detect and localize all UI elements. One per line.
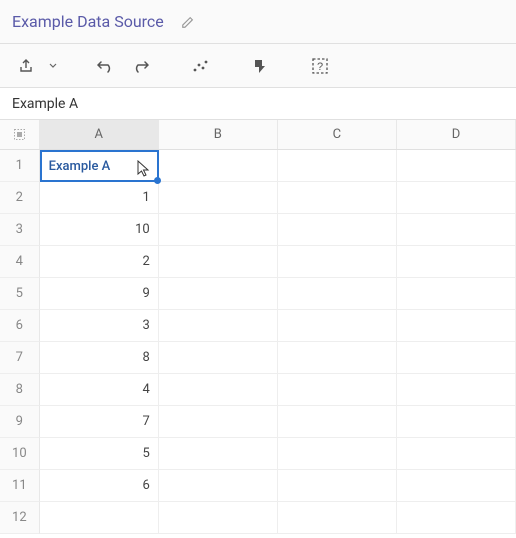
undo-icon[interactable] [92, 52, 120, 80]
table-row: 3 10 [0, 214, 516, 246]
cell[interactable] [397, 406, 516, 438]
cell[interactable]: 2 [40, 246, 159, 278]
cell[interactable] [159, 502, 278, 534]
column-header-b[interactable]: B [159, 120, 278, 149]
cell[interactable] [278, 342, 397, 374]
cell-a1[interactable]: Example A [40, 150, 159, 182]
column-header-d[interactable]: D [397, 120, 516, 149]
table-row: 8 4 [0, 374, 516, 406]
row-header[interactable]: 11 [0, 470, 40, 502]
row-header[interactable]: 9 [0, 406, 40, 438]
table-row: 11 6 [0, 470, 516, 502]
cell[interactable] [159, 374, 278, 406]
cell[interactable]: 7 [40, 406, 159, 438]
cell[interactable] [40, 502, 159, 534]
cell[interactable] [278, 182, 397, 214]
column-header-a[interactable]: A [40, 120, 159, 149]
table-row: 5 9 [0, 278, 516, 310]
select-all-icon[interactable] [0, 120, 40, 149]
row-header[interactable]: 10 [0, 438, 40, 470]
cell[interactable] [397, 182, 516, 214]
cell[interactable] [278, 374, 397, 406]
table-row: 9 7 [0, 406, 516, 438]
cell[interactable]: 4 [40, 374, 159, 406]
cell[interactable] [397, 246, 516, 278]
action-icon[interactable] [246, 52, 274, 80]
cell[interactable]: 1 [40, 182, 159, 214]
cell[interactable]: 10 [40, 214, 159, 246]
chart-icon[interactable] [186, 52, 214, 80]
cell[interactable] [159, 406, 278, 438]
cell[interactable] [278, 438, 397, 470]
cell[interactable] [278, 470, 397, 502]
formula-value: Example A [12, 96, 78, 112]
row-header[interactable]: 2 [0, 182, 40, 214]
cell[interactable] [397, 342, 516, 374]
cell[interactable]: 3 [40, 310, 159, 342]
row-header[interactable]: 8 [0, 374, 40, 406]
cell[interactable] [159, 278, 278, 310]
row-header[interactable]: 6 [0, 310, 40, 342]
help-icon[interactable]: ? [306, 52, 334, 80]
cell[interactable]: 5 [40, 438, 159, 470]
redo-icon[interactable] [126, 52, 154, 80]
row-header[interactable]: 4 [0, 246, 40, 278]
cell[interactable] [278, 502, 397, 534]
cell[interactable] [159, 310, 278, 342]
row-header[interactable]: 7 [0, 342, 40, 374]
selection-handle[interactable] [154, 177, 161, 184]
chevron-down-icon[interactable] [46, 52, 60, 80]
cell[interactable] [159, 214, 278, 246]
cell[interactable] [278, 406, 397, 438]
row-header[interactable]: 5 [0, 278, 40, 310]
cell[interactable] [397, 470, 516, 502]
cell[interactable]: 9 [40, 278, 159, 310]
cell[interactable] [278, 246, 397, 278]
cell[interactable] [159, 438, 278, 470]
cell[interactable] [397, 438, 516, 470]
cell[interactable] [278, 310, 397, 342]
spreadsheet-grid: A B C D 1 Example A 2 1 3 10 4 2 [0, 120, 516, 538]
cell[interactable] [397, 310, 516, 342]
column-header-c[interactable]: C [278, 120, 397, 149]
cell[interactable] [159, 470, 278, 502]
cursor-icon [137, 160, 151, 178]
cell[interactable] [397, 150, 516, 182]
cell[interactable] [159, 246, 278, 278]
table-row: 12 [0, 502, 516, 534]
cell[interactable] [397, 278, 516, 310]
cell[interactable] [278, 278, 397, 310]
table-row: 7 8 [0, 342, 516, 374]
cell[interactable] [159, 182, 278, 214]
cell[interactable] [397, 214, 516, 246]
toolbar: ? [0, 44, 516, 88]
cell[interactable] [159, 150, 278, 182]
cell[interactable]: 8 [40, 342, 159, 374]
title-bar: Example Data Source [0, 0, 516, 44]
row-header[interactable]: 1 [0, 150, 40, 182]
cell[interactable]: 6 [40, 470, 159, 502]
svg-text:?: ? [317, 61, 323, 73]
row-header[interactable]: 12 [0, 502, 40, 534]
table-row: 2 1 [0, 182, 516, 214]
table-row: 4 2 [0, 246, 516, 278]
column-headers: A B C D [0, 120, 516, 150]
pencil-icon[interactable] [174, 8, 202, 36]
cell[interactable] [278, 214, 397, 246]
cell[interactable] [159, 342, 278, 374]
row-header[interactable]: 3 [0, 214, 40, 246]
table-row: 10 5 [0, 438, 516, 470]
table-row: 6 3 [0, 310, 516, 342]
cell[interactable] [397, 502, 516, 534]
formula-bar[interactable]: Example A [0, 88, 516, 120]
table-row: 1 Example A [0, 150, 516, 182]
data-source-title[interactable]: Example Data Source [12, 12, 164, 31]
cell[interactable] [397, 374, 516, 406]
share-icon[interactable] [12, 52, 40, 80]
cell[interactable] [278, 150, 397, 182]
